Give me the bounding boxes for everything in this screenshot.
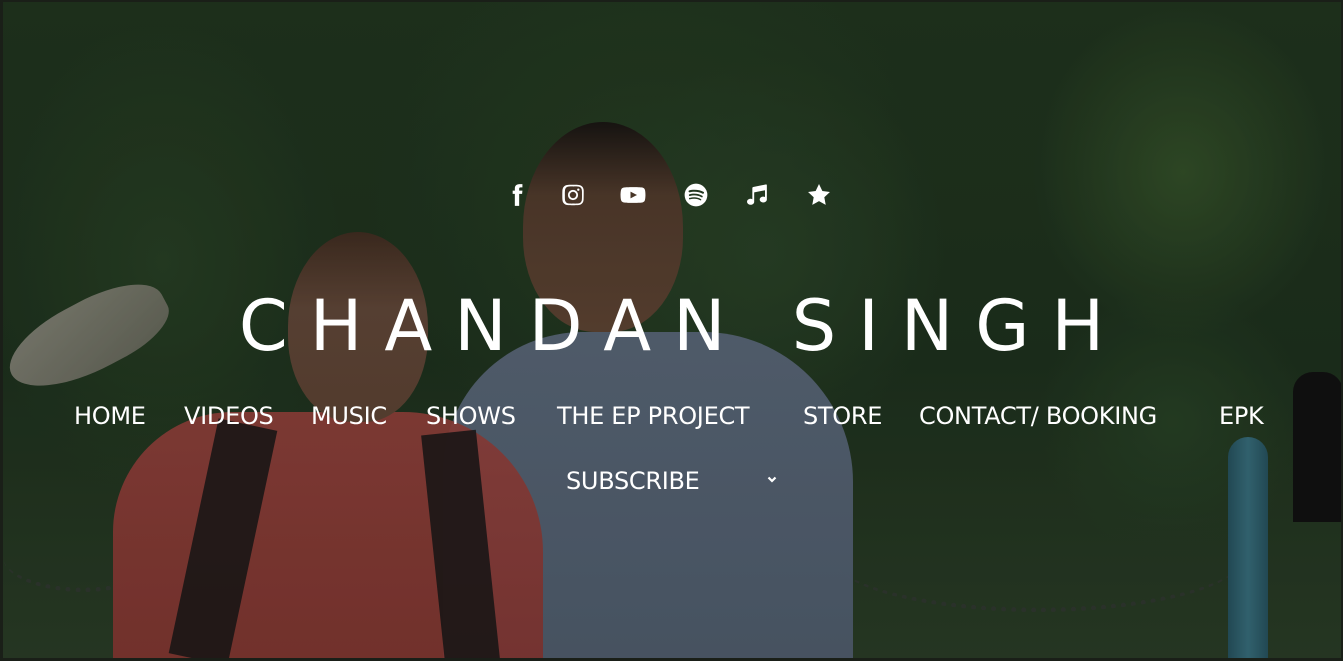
nav-item-the-ep-project[interactable]: THE EP PROJECT xyxy=(557,398,750,434)
music-note-icon[interactable] xyxy=(740,178,774,212)
nav-item-subscribe[interactable]: SUBSCRIBE xyxy=(566,463,700,499)
nav-item-home[interactable]: HOME xyxy=(74,398,146,434)
star-icon[interactable] xyxy=(802,178,836,212)
spotify-icon[interactable] xyxy=(679,178,713,212)
chevron-down-icon[interactable] xyxy=(765,472,779,486)
nav-item-shows[interactable]: SHOWS xyxy=(426,398,516,434)
site-title[interactable]: CHANDAN SINGH xyxy=(0,284,1343,368)
instagram-icon[interactable] xyxy=(556,178,590,212)
nav-item-epk[interactable]: EPK xyxy=(1219,398,1264,434)
nav-item-store[interactable]: STORE xyxy=(803,398,882,434)
nav-item-videos[interactable]: VIDEOS xyxy=(184,398,274,434)
nav-item-music[interactable]: MUSIC xyxy=(311,398,387,434)
social-links xyxy=(0,178,1343,212)
nav-item-contact-booking[interactable]: CONTACT/ BOOKING xyxy=(919,398,1157,434)
facebook-icon[interactable] xyxy=(500,178,534,212)
youtube-icon[interactable] xyxy=(616,178,650,212)
